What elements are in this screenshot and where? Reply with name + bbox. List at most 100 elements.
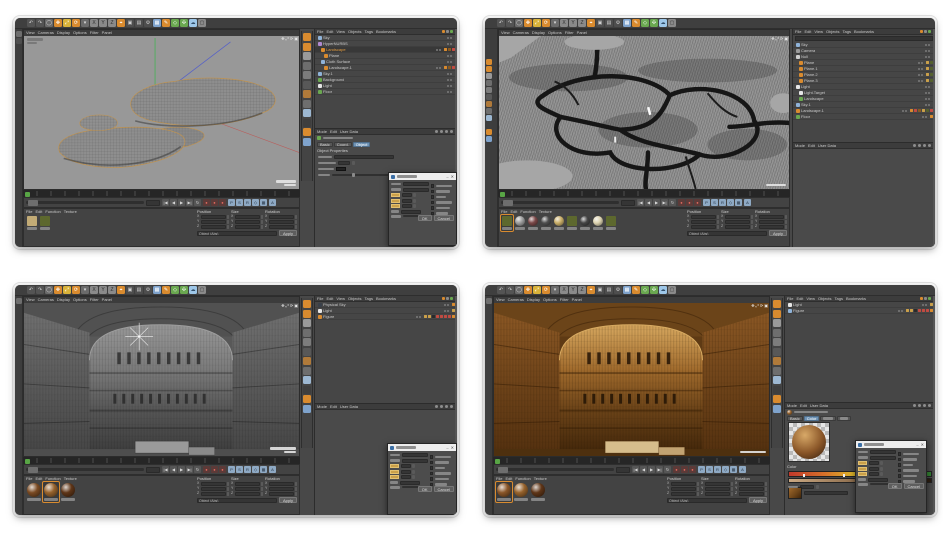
spinner[interactable] xyxy=(717,215,720,219)
menu-item[interactable]: Cameras xyxy=(38,31,54,35)
spinner[interactable] xyxy=(227,220,230,224)
live-selection-icon[interactable]: ◯ xyxy=(515,286,523,294)
om-search-field[interactable] xyxy=(795,36,933,41)
lock-z-icon[interactable]: Z xyxy=(578,286,586,294)
material-swatch[interactable] xyxy=(60,482,76,502)
viewport-maximize-icon[interactable]: ▣ xyxy=(784,37,788,41)
checkbox[interactable] xyxy=(431,201,435,205)
key-pla-icon[interactable]: ▦ xyxy=(260,466,267,473)
size-z-field[interactable] xyxy=(725,225,750,229)
quantize-icon[interactable] xyxy=(486,136,492,142)
frame-field[interactable] xyxy=(146,467,160,473)
viewport-zoom-icon[interactable]: ⤢ xyxy=(776,37,779,41)
key-position-icon[interactable]: P xyxy=(228,466,235,473)
points-mode-icon[interactable] xyxy=(486,87,492,93)
dialog-titlebar[interactable]: –✕ xyxy=(388,444,456,451)
texture-tag[interactable] xyxy=(452,66,455,69)
menu-item[interactable]: Edit xyxy=(808,144,815,148)
apply-button[interactable]: Apply xyxy=(769,230,787,236)
goto-start-icon[interactable]: |◀ xyxy=(162,199,169,206)
visibility-dots[interactable] xyxy=(447,91,452,93)
last-tool-icon[interactable]: ▾ xyxy=(551,286,559,294)
menu-item[interactable]: File xyxy=(496,477,502,481)
texture-tag[interactable] xyxy=(926,79,929,82)
value-field[interactable] xyxy=(338,161,350,165)
color-field[interactable] xyxy=(390,464,399,468)
lock-z-icon[interactable]: Z xyxy=(108,19,116,27)
undo-icon[interactable]: ↶ xyxy=(27,286,35,294)
dropdown-field[interactable] xyxy=(870,450,896,454)
spinner[interactable] xyxy=(295,220,298,224)
visibility-dots[interactable] xyxy=(436,67,441,69)
locked-workplane-icon[interactable] xyxy=(773,395,781,403)
menu-item[interactable]: Edit xyxy=(330,130,337,134)
texture-tag[interactable] xyxy=(914,109,917,112)
play-icon[interactable]: ▶ xyxy=(178,199,185,206)
texture-tag[interactable] xyxy=(906,309,909,312)
viewport-zoom-icon[interactable]: ⤢ xyxy=(286,37,289,41)
rotation-y-field[interactable] xyxy=(759,220,784,224)
object-name[interactable]: Light.Target xyxy=(804,91,825,95)
frame-field[interactable] xyxy=(146,200,160,206)
visibility-dots[interactable] xyxy=(925,98,930,100)
modeling-icon[interactable]: ✣ xyxy=(650,286,658,294)
rotation-z-field[interactable] xyxy=(269,225,294,229)
object-name[interactable]: Landscape.1 xyxy=(329,66,352,70)
environment-icon[interactable]: ☁ xyxy=(659,286,667,294)
redo-icon[interactable]: ↷ xyxy=(506,286,514,294)
key-pla-icon[interactable]: ▦ xyxy=(735,199,742,206)
menu-item[interactable]: Bookmarks xyxy=(846,297,866,301)
object-row[interactable]: Floor xyxy=(315,89,457,95)
object-name[interactable]: Plane.3 xyxy=(804,79,818,83)
object-row[interactable]: Floor xyxy=(793,114,935,120)
key-parameter-icon[interactable]: ◇ xyxy=(252,466,259,473)
spinner[interactable] xyxy=(295,225,298,229)
menu-item[interactable]: Bookmarks xyxy=(376,30,396,34)
menu-item[interactable]: Bookmarks xyxy=(376,297,396,301)
value-field[interactable] xyxy=(401,210,421,214)
viewport-filter-icon[interactable] xyxy=(773,376,781,384)
viewport-filter-icon[interactable] xyxy=(303,376,311,384)
texture-tag[interactable] xyxy=(914,309,917,312)
menu-item[interactable]: Display xyxy=(57,298,70,302)
move-tool-icon[interactable]: ✥ xyxy=(524,19,532,27)
key-scale-icon[interactable]: S xyxy=(711,199,718,206)
menu-item[interactable]: Panel xyxy=(577,31,587,35)
menu-item[interactable]: Filter xyxy=(560,298,569,302)
menu-item[interactable]: View xyxy=(336,297,345,301)
size-x-field[interactable] xyxy=(725,215,750,219)
timeline-ruler[interactable] xyxy=(498,190,790,197)
camera-icon[interactable]: ▢ xyxy=(668,19,676,27)
timeline-slider[interactable] xyxy=(26,468,144,471)
subdivision-surface-icon[interactable]: ◇ xyxy=(641,19,649,27)
timeline-ruler[interactable] xyxy=(23,457,300,464)
timeline-ruler[interactable] xyxy=(23,190,300,197)
checkbox[interactable] xyxy=(898,474,902,478)
dialog-titlebar[interactable]: –✕ xyxy=(856,441,926,448)
spinner[interactable] xyxy=(816,485,819,489)
checkbox[interactable] xyxy=(430,455,434,459)
menu-item[interactable]: View xyxy=(814,30,823,34)
menu-item[interactable]: Cameras xyxy=(508,298,524,302)
texture-tag[interactable] xyxy=(910,109,913,112)
object-row[interactable]: Figure xyxy=(785,308,935,314)
menu-item[interactable]: View xyxy=(496,298,505,302)
menu-item[interactable]: Edit xyxy=(796,297,803,301)
value-field[interactable] xyxy=(869,461,879,465)
loop-icon[interactable]: ↻ xyxy=(669,199,676,206)
color-field[interactable] xyxy=(391,204,400,208)
texture-tag[interactable] xyxy=(930,67,933,70)
spline-pen-icon[interactable]: ✎ xyxy=(632,19,640,27)
frame-field[interactable] xyxy=(621,200,635,206)
color-field[interactable] xyxy=(391,193,400,197)
dialog-minimize-icon[interactable]: – xyxy=(446,175,448,179)
tab-coord[interactable]: Coord. xyxy=(334,142,352,147)
texture-tag[interactable] xyxy=(930,309,933,312)
record-position-icon[interactable]: ● xyxy=(203,466,210,473)
workplane-icon[interactable] xyxy=(486,80,492,86)
scale-tool-icon[interactable]: ⤢ xyxy=(533,286,541,294)
material-swatch[interactable] xyxy=(514,215,526,231)
frame-field[interactable] xyxy=(616,467,630,473)
menu-item[interactable]: File xyxy=(795,30,801,34)
texture-tag[interactable] xyxy=(424,315,427,318)
